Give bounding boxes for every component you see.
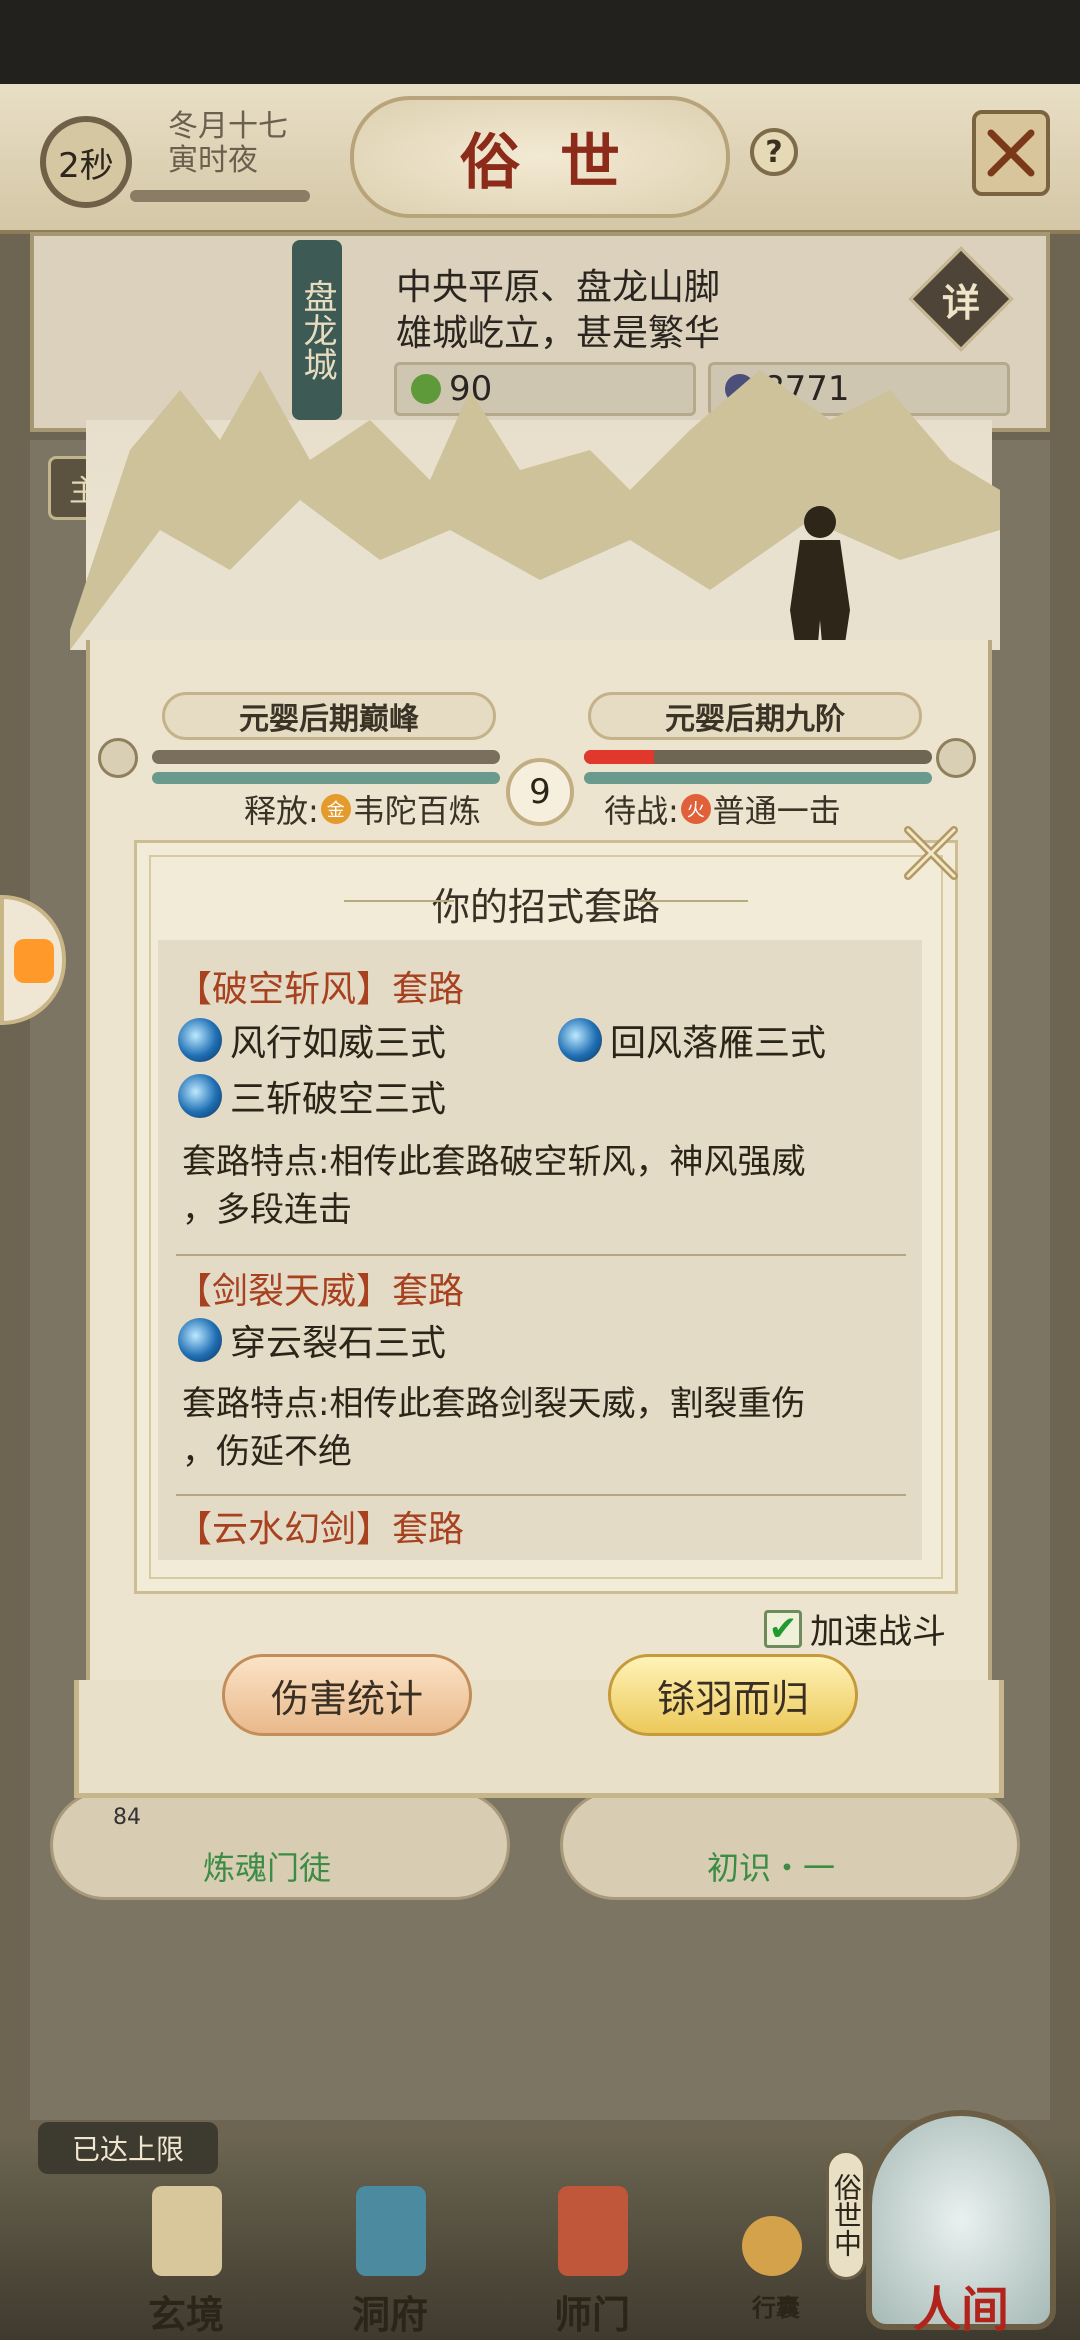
move-name: 回风落雁三式 [610, 1023, 827, 1064]
move-item[interactable]: 风行如威三式 [178, 1014, 446, 1066]
detail-label: 详 [941, 280, 980, 325]
section-1-title: 【破空斩风】套路 [176, 960, 464, 1012]
move-item[interactable]: 穿云裂石三式 [178, 1314, 446, 1366]
damage-stats-button[interactable]: 伤害统计 [222, 1654, 472, 1736]
move-name: 穿云裂石三式 [230, 1323, 447, 1364]
section-divider [176, 1254, 906, 1256]
section-3-name: 【云水幻剑】 [176, 1509, 393, 1550]
description-line: 套路特点:相传此套路破空斩风，神风强威 [182, 1142, 806, 1182]
game-date: 冬月十七 寅时夜 [168, 110, 288, 178]
banner-icon [558, 2186, 628, 2276]
time-progress-bar [130, 190, 310, 202]
human-world-label: 人间 [912, 2282, 1009, 2338]
release-action: 释放: 金 韦陀百炼 [244, 786, 481, 832]
speed-battle-toggle[interactable]: ✔ 加速战斗 [764, 1604, 946, 1653]
help-button[interactable]: ? [750, 128, 798, 176]
npc-card-1[interactable]: 炼魂门徒 84 [50, 1790, 510, 1900]
suzhong-tag: 俗世中 [826, 2150, 866, 2280]
enemy-realm: 元婴后期九阶 [588, 692, 922, 740]
nav-shimen[interactable]: 师门 [532, 2186, 652, 2337]
nav-xuanjing[interactable]: 玄境 [126, 2186, 246, 2337]
checkbox[interactable]: ✔ [764, 1609, 802, 1649]
wait-action: 待战: 火 普通一击 [604, 786, 841, 832]
npc-1-level: 84 [113, 1805, 141, 1830]
game-controller-icon [14, 939, 54, 983]
description-line: 套路特点:相传此套路剑裂天威，割裂重伤 [182, 1384, 806, 1424]
close-icon[interactable] [898, 820, 964, 886]
section-3-suffix: 套路 [392, 1509, 465, 1550]
speed-battle-label: 加速战斗 [810, 1612, 946, 1652]
status-bar [0, 0, 1080, 84]
limit-tag: 已达上限 [38, 2122, 218, 2174]
player-mp-bar [152, 772, 500, 784]
scroll-icon [152, 2186, 222, 2276]
crossed-swords-icon[interactable] [972, 110, 1050, 196]
wind-skill-icon [178, 1074, 222, 1118]
player-hp-fill [152, 750, 500, 764]
wind-skill-icon [178, 1018, 222, 1062]
fire-element-icon: 火 [680, 794, 711, 824]
release-skill: 韦陀百炼 [352, 792, 481, 830]
nav-label-xuanjing: 玄境 [147, 2292, 224, 2337]
water-skill-icon [178, 1318, 222, 1362]
moveset-list[interactable]: 【破空斩风】套路 风行如威三式 回风落雁三式 三斩破空三式 套路特点:相传此套路… [158, 940, 922, 1560]
enemy-hp-fill [584, 750, 654, 764]
game-screen: 2秒 冬月十七 寅时夜 俗世 ? 盘龙城 中央平原、盘龙山脚 雄城屹立，甚是繁华… [0, 0, 1080, 2340]
nav-label-shimen: 师门 [553, 2292, 630, 2337]
battle-modal-frame [74, 1680, 1004, 1798]
description-line: ，多段连击 [182, 1190, 352, 1230]
location-line-1: 中央平原、盘龙山脚 [396, 267, 721, 308]
section-2-name: 【剑裂天威】 [176, 1271, 393, 1312]
nav-label-dongfu: 洞府 [351, 2292, 428, 2337]
section-3-title: 【云水幻剑】套路 [176, 1500, 464, 1552]
move-name: 三斩破空三式 [230, 1079, 447, 1120]
enemy-avatar-icon[interactable] [936, 738, 976, 778]
section-2-title: 【剑裂天威】套路 [176, 1262, 464, 1314]
description-line: ，伤延不绝 [182, 1432, 352, 1472]
page-title: 俗世 [460, 127, 660, 198]
npc-2-title: 初识・一 [707, 1849, 836, 1887]
enemy-mp-bar [584, 772, 932, 784]
date-line-1: 冬月十七 [168, 109, 288, 144]
section-2-description: 套路特点:相传此套路剑裂天威，割裂重伤 ，伤延不绝 [182, 1380, 912, 1476]
date-line-2: 寅时夜 [168, 143, 258, 178]
retreat-button[interactable]: 铩羽而归 [608, 1654, 858, 1736]
turn-counter: 9 [506, 758, 574, 826]
dialog-title: 你的招式套路 [134, 876, 958, 931]
section-1-name: 【破空斩风】 [176, 969, 393, 1010]
npc-card-2[interactable]: 初识・一 [560, 1790, 1020, 1900]
pavilion-icon [356, 2186, 426, 2276]
player-avatar-icon[interactable] [98, 738, 138, 778]
player-hp-bar [152, 750, 500, 764]
nav-xingnang[interactable]: 行囊 [716, 2186, 836, 2326]
move-item[interactable]: 回风落雁三式 [558, 1014, 826, 1066]
move-name: 风行如威三式 [230, 1023, 447, 1064]
section-1-description: 套路特点:相传此套路破空斩风，神风强威 ，多段连击 [182, 1138, 912, 1234]
section-2-suffix: 套路 [392, 1271, 465, 1312]
release-prefix: 释放: [244, 792, 319, 830]
metal-element-icon: 金 [320, 794, 351, 824]
wait-prefix: 待战: [604, 792, 679, 830]
npc-1-title: 炼魂门徒 [203, 1849, 332, 1887]
nav-label-xingnang: 行囊 [752, 2293, 800, 2322]
move-item[interactable]: 三斩破空三式 [178, 1070, 446, 1122]
bag-icon [742, 2216, 802, 2276]
section-1-suffix: 套路 [392, 969, 465, 1010]
enemy-hp-bar [584, 750, 932, 764]
section-divider [176, 1494, 906, 1496]
nav-dongfu[interactable]: 洞府 [330, 2186, 450, 2337]
wait-skill: 普通一击 [712, 792, 841, 830]
player-realm: 元婴后期巅峰 [162, 692, 496, 740]
timer-badge: 2秒 [40, 116, 132, 208]
wind-skill-icon [558, 1018, 602, 1062]
